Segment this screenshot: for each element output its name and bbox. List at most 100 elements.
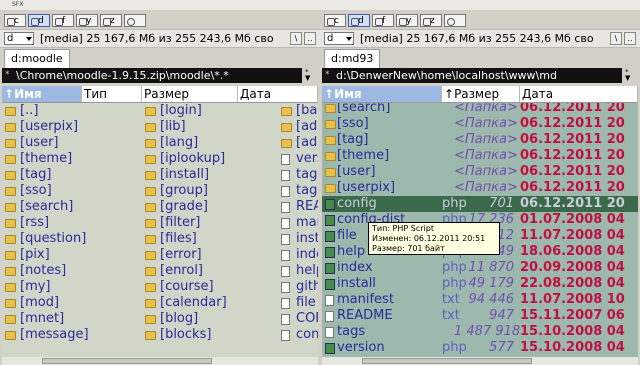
file-name: REA bbox=[296, 199, 318, 214]
right-drive-d-button[interactable]: d bbox=[348, 14, 370, 27]
cell-name: [search] bbox=[337, 103, 391, 115]
file-name: [my] bbox=[20, 279, 51, 294]
left-header-size[interactable]: Размер bbox=[142, 86, 238, 102]
right-drive-f-button[interactable]: f bbox=[372, 14, 394, 27]
table-row[interactable]: tags 1 487 918 15.10.2008 04 bbox=[322, 324, 638, 340]
right-horizontal-scrollbar[interactable] bbox=[322, 357, 638, 365]
table-row[interactable]: README txt 947 15.11.2007 06 bbox=[322, 308, 638, 324]
left-path-bar[interactable]: * \Chrome\moodle-1.9.15.zip\moodle\*.* bbox=[2, 68, 302, 83]
cell-date: 06.12.2011 20 bbox=[520, 116, 625, 131]
folder-icon bbox=[281, 107, 292, 116]
left-network-drive-icon[interactable] bbox=[124, 14, 146, 27]
folder-icon bbox=[145, 155, 156, 164]
app-title: SFX bbox=[12, 1, 24, 8]
right-up-button[interactable]: .. bbox=[624, 32, 636, 45]
left-drive-combo[interactable]: d bbox=[4, 32, 34, 45]
table-row[interactable]: [tag] <Папка> 06.12.2011 20 bbox=[322, 132, 638, 148]
right-drive-z-button[interactable]: z bbox=[420, 14, 442, 27]
folder-icon bbox=[5, 267, 16, 276]
cell-date: 01.07.2008 04 bbox=[520, 212, 625, 227]
cell-name: install bbox=[337, 276, 376, 291]
table-row[interactable]: [userpix] <Папка> 06.12.2011 20 bbox=[322, 180, 638, 196]
cell-name: README bbox=[337, 308, 393, 323]
cell-date: 06.12.2011 20 bbox=[520, 180, 625, 195]
table-row[interactable]: [user] <Папка> 06.12.2011 20 bbox=[322, 164, 638, 180]
folder-icon bbox=[5, 283, 16, 292]
table-row[interactable]: version php 577 15.10.2008 04 bbox=[322, 340, 638, 356]
right-tab-md93[interactable]: d:md93 bbox=[324, 49, 381, 68]
tooltip-type: Тип: PHP Script bbox=[372, 224, 434, 233]
left-drive-d-button[interactable]: d bbox=[28, 14, 50, 27]
folder-icon bbox=[145, 267, 156, 276]
left-up-button[interactable]: .. bbox=[304, 32, 316, 45]
file-name: [message] bbox=[20, 327, 89, 342]
right-header-size[interactable]: ↑Размер bbox=[442, 86, 520, 102]
table-row[interactable]: [sso] <Папка> 06.12.2011 20 bbox=[322, 116, 638, 132]
file-name: [lang] bbox=[160, 135, 199, 150]
left-scroll-thumb[interactable] bbox=[42, 358, 212, 364]
cell-date: 22.08.2008 04 bbox=[520, 276, 625, 291]
right-path-bar[interactable]: * d:\DenwerNew\home\localhost\www\md bbox=[322, 68, 622, 83]
left-header-name[interactable]: ↑Имя bbox=[2, 86, 82, 102]
left-drive-c-button[interactable]: c bbox=[4, 14, 26, 27]
file-name: [install] bbox=[160, 167, 210, 182]
left-tab-moodle[interactable]: d:moodle bbox=[4, 49, 70, 68]
history-icon: * bbox=[325, 70, 330, 80]
file-name: [calendar] bbox=[160, 295, 227, 310]
folder-icon bbox=[145, 235, 156, 244]
right-drive-combo[interactable]: d bbox=[324, 32, 354, 45]
file-name: COF bbox=[296, 311, 318, 326]
right-drive-info-bar: d [media] 25 167,6 Мб из 255 243,6 Мб св… bbox=[320, 29, 640, 48]
left-header-type[interactable]: Тип bbox=[82, 86, 142, 102]
file-icon bbox=[325, 311, 334, 322]
table-row[interactable]: manifest txt 94 446 11.07.2008 10 bbox=[322, 292, 638, 308]
left-horizontal-scrollbar[interactable] bbox=[2, 357, 318, 365]
file-name: [search] bbox=[20, 199, 74, 214]
cell-size: 11 870 bbox=[468, 260, 515, 275]
right-path-buttons[interactable]: * ▼ bbox=[623, 68, 639, 83]
left-drive-f-button[interactable]: f bbox=[52, 14, 74, 27]
left-root-button[interactable]: \ bbox=[290, 32, 302, 45]
folder-icon bbox=[325, 104, 336, 113]
left-path-buttons[interactable]: * ▼ bbox=[303, 68, 319, 83]
file-name: [files] bbox=[160, 231, 197, 246]
left-drive-z-button[interactable]: z bbox=[100, 14, 122, 27]
cell-name: [user] bbox=[337, 164, 376, 179]
table-row[interactable]: config php 701 06.12.2011 20 bbox=[322, 196, 638, 212]
left-header-date[interactable]: Дата bbox=[238, 86, 318, 102]
right-header-date[interactable]: Дата bbox=[520, 86, 638, 102]
right-drive-c-button[interactable]: c bbox=[324, 14, 346, 27]
chevron-down-icon[interactable]: ▼ bbox=[625, 74, 630, 82]
table-row[interactable]: index php 11 870 20.09.2008 04 bbox=[322, 260, 638, 276]
table-row[interactable]: install php 49 179 22.08.2008 04 bbox=[322, 276, 638, 292]
right-root-button[interactable]: \ bbox=[610, 32, 622, 45]
file-icon bbox=[325, 327, 334, 338]
chevron-down-icon[interactable]: ▼ bbox=[305, 74, 310, 82]
cell-name: [sso] bbox=[337, 116, 369, 131]
folder-icon bbox=[5, 171, 16, 180]
right-scroll-thumb[interactable] bbox=[362, 358, 532, 364]
table-row[interactable]: [theme] <Папка> 06.12.2011 20 bbox=[322, 148, 638, 164]
folder-icon bbox=[145, 331, 156, 340]
left-file-list[interactable]: [..] [userpix] [user] [theme] [tag] [sso] [sea… bbox=[2, 103, 318, 357]
left-drive-y-button[interactable]: y bbox=[76, 14, 98, 27]
file-icon bbox=[281, 282, 290, 293]
file-name: file bbox=[296, 295, 316, 310]
file-name: [userpix] bbox=[20, 119, 79, 134]
file-name: [course] bbox=[160, 279, 214, 294]
php-file-icon bbox=[325, 231, 335, 242]
left-drive-info-bar: d [media] 25 167,6 Мб из 255 243,6 Мб св… bbox=[0, 29, 320, 48]
folder-icon bbox=[5, 123, 16, 132]
folder-icon bbox=[281, 139, 292, 148]
cell-size: 94 446 bbox=[468, 292, 515, 307]
right-header-name[interactable]: ↑Имя bbox=[322, 86, 442, 102]
file-icon bbox=[281, 218, 290, 229]
file-name: [sso] bbox=[20, 183, 52, 198]
file-name: [group] bbox=[160, 183, 208, 198]
right-drive-y-button[interactable]: y bbox=[396, 14, 418, 27]
folder-icon bbox=[5, 251, 16, 260]
table-row[interactable]: [search] <Папка> 06.12.2011 20 bbox=[322, 103, 638, 116]
chevron-down-icon bbox=[26, 37, 32, 41]
file-name: [notes] bbox=[20, 263, 67, 278]
right-network-drive-icon[interactable] bbox=[444, 14, 466, 27]
